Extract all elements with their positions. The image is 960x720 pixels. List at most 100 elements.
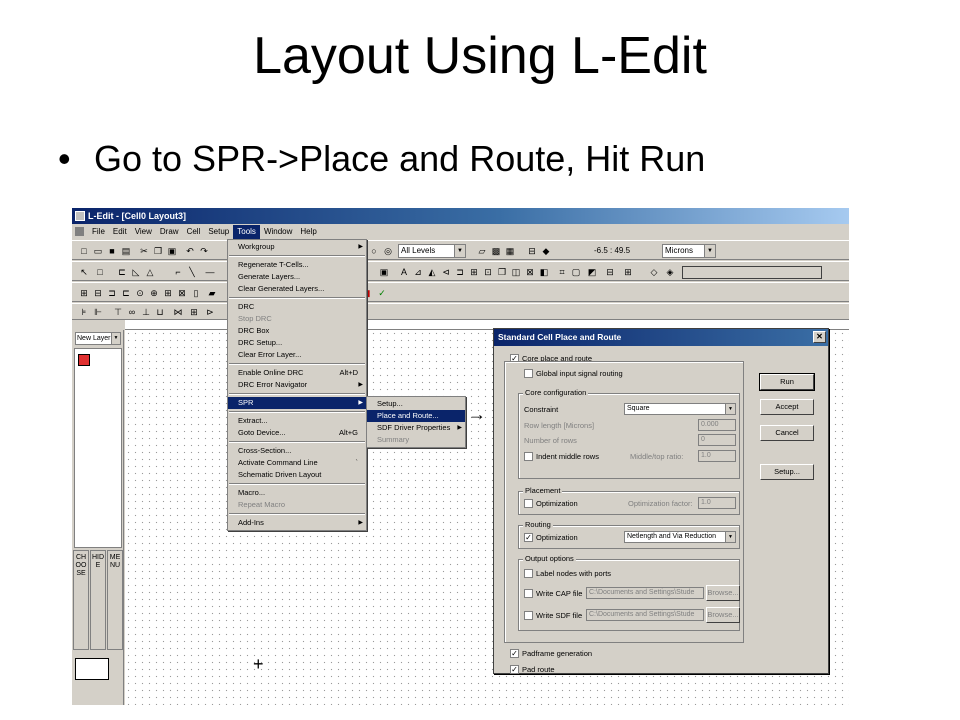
group-icon[interactable]: ⊞ [468,266,480,278]
tab-menu[interactable]: MENU [107,550,123,650]
cap-file-path-field[interactable]: C:\Documents and Settings\Stude [586,587,704,599]
vertex-icon[interactable]: ⊏ [120,287,132,299]
menu-cell[interactable]: Cell [183,225,205,239]
sdf-file-path-field[interactable]: C:\Documents and Settings\Stude [586,609,704,621]
zoom-area-icon[interactable]: ◎ [382,245,394,257]
copy-icon[interactable]: ❐ [152,245,164,257]
open-cell-icon[interactable]: ▱ [476,245,488,257]
slice-icon[interactable]: ⊠ [524,266,536,278]
spacing-icon[interactable]: ⊤ [112,306,124,318]
mirror-icon[interactable]: ⋈ [172,306,184,318]
save-icon[interactable]: ■ [106,245,118,257]
menu-item-summary[interactable]: Summary [367,434,465,446]
layer-swatch-red[interactable] [78,354,90,366]
menu-item-drc-error-navigator[interactable]: DRC Error Navigator ▶ [228,379,366,391]
verify-icon[interactable]: ✓ [376,287,388,299]
boolean-icon[interactable]: ◧ [538,266,550,278]
layer-icon[interactable]: ▣ [378,266,390,278]
menu-item-activate-command-line[interactable]: Activate Command Line ` [228,457,366,469]
menu-view[interactable]: View [131,225,156,239]
menu-item-regenerate-t-cells[interactable]: Regenerate T-Cells... [228,259,366,271]
move-icon[interactable]: ⊞ [78,287,90,299]
write-sdf-checkbox[interactable] [524,611,533,620]
menu-item-enable-online-drc[interactable]: Enable Online DRC Alt+D [228,367,366,379]
menu-setup[interactable]: Setup [204,225,233,239]
tab-hide[interactable]: HIDE [90,550,106,650]
diagonal-wire-icon[interactable]: ╲ [186,266,198,278]
grid-icon[interactable]: ⊞ [162,287,174,299]
menu-item-setup[interactable]: Setup... [367,398,465,410]
menu-item-place-and-route[interactable]: Place and Route... [367,410,465,422]
line-tool-icon[interactable]: — [204,266,216,278]
chain-icon[interactable]: ∞ [126,306,138,318]
edge-icon[interactable]: ⊐ [106,287,118,299]
status-field[interactable] [682,266,822,279]
menu-item-workgroup[interactable]: Workgroup ▶ [228,241,366,253]
menu-item-add-ins[interactable]: Add-Ins ▶ [228,517,366,529]
menu-item-cross-section[interactable]: Cross-Section... [228,445,366,457]
menu-draw[interactable]: Draw [156,225,183,239]
hierarchy-icon[interactable]: ⊟ [526,245,538,257]
constraint-select[interactable]: Square ▼ [624,403,736,415]
polygon-tool-icon[interactable]: ⊏ [116,266,128,278]
layer-combo[interactable]: New Layer ▼ [75,332,121,345]
undo-icon[interactable]: ↶ [184,245,196,257]
levels-combo[interactable]: All Levels ▼ [398,244,466,258]
ruler-icon[interactable]: ◈ [664,266,676,278]
ungroup-icon[interactable]: ⊡ [482,266,494,278]
pad-route-checkbox[interactable]: ✓ [510,665,519,674]
padframe-generation-checkbox[interactable]: ✓ [510,649,519,658]
menu-item-clear-error-layer[interactable]: Clear Error Layer... [228,349,366,361]
export-icon[interactable]: ⊳ [204,306,216,318]
optimization-factor-field[interactable]: 1.0 [698,497,736,509]
label-icon[interactable]: A [398,266,410,278]
menu-item-drc[interactable]: DRC [228,301,366,313]
measure-icon[interactable]: ⌗ [556,266,568,278]
array-icon[interactable]: ⊠ [176,287,188,299]
layer-palette[interactable] [74,348,122,548]
palette-icon[interactable]: ◆ [540,245,552,257]
menu-item-goto-device[interactable]: Goto Device... Alt+G [228,427,366,439]
menu-item-sdf-driver-properties[interactable]: SDF Driver Properties ▶ [367,422,465,434]
menu-item-drc-box[interactable]: DRC Box [228,325,366,337]
close-icon[interactable]: ✕ [813,331,826,343]
distribute-icon[interactable]: ⊩ [92,306,104,318]
nibble-icon[interactable]: ◫ [510,266,522,278]
flip-icon[interactable]: ◭ [426,266,438,278]
row-length-field[interactable]: 0.000 [698,419,736,431]
pattern-icon[interactable]: ⊞ [188,306,200,318]
menu-item-spr[interactable]: SPR ▶ [228,397,366,409]
menu-item-macro[interactable]: Macro... [228,487,366,499]
wire-tool-icon[interactable]: ⌐ [172,266,184,278]
redo-icon[interactable]: ↷ [198,245,210,257]
orthogonal-polygon-icon[interactable]: ◺ [130,266,142,278]
cap-browse-button[interactable]: Browse... [706,585,740,601]
port-circle-icon[interactable]: ⊕ [148,287,160,299]
menu-item-stop-drc[interactable]: Stop DRC [228,313,366,325]
crop-icon[interactable]: ⊞ [622,266,634,278]
open-file-icon[interactable]: ▭ [92,245,104,257]
bottom-align-icon[interactable]: ⊥ [140,306,152,318]
menu-help[interactable]: Help [296,225,320,239]
instance-icon[interactable]: ▦ [504,245,516,257]
indent-middle-rows-checkbox[interactable] [524,452,533,461]
box-area-icon[interactable]: ⊟ [604,266,616,278]
cut-icon[interactable]: ✂ [138,245,150,257]
view-icon[interactable]: ◩ [586,266,598,278]
select-arrow-icon[interactable]: ↖ [78,266,90,278]
menu-window[interactable]: Window [260,225,296,239]
tab-choose[interactable]: CHOOSE [73,550,89,650]
menu-item-repeat-macro[interactable]: Repeat Macro [228,499,366,511]
write-cap-checkbox[interactable] [524,589,533,598]
merge-icon[interactable]: ❒ [496,266,508,278]
port-icon[interactable]: ◇ [648,266,660,278]
circle-tool-icon[interactable]: ⊙ [134,287,146,299]
menu-item-drc-setup[interactable]: DRC Setup... [228,337,366,349]
menu-item-schematic-driven-layout[interactable]: Schematic Driven Layout [228,469,366,481]
box-tool-icon[interactable]: □ [94,266,106,278]
new-file-icon[interactable]: □ [78,245,90,257]
number-of-rows-field[interactable]: 0 [698,434,736,446]
sdf-browse-button[interactable]: Browse... [706,607,740,623]
menu-tools[interactable]: Tools [233,225,260,239]
rotate-icon[interactable]: ⊿ [412,266,424,278]
